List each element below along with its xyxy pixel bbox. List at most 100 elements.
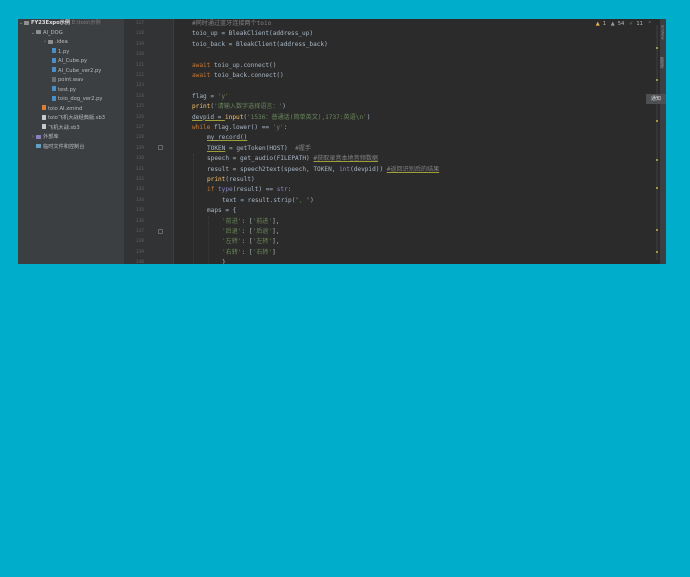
- code-text: (result) ==: [232, 186, 277, 194]
- code-text: ]: [272, 248, 276, 256]
- code-string: 'y': [272, 124, 284, 131]
- code-text: ],: [272, 238, 280, 246]
- code-function: input: [225, 113, 244, 121]
- line-number: 131: [135, 166, 144, 172]
- tree-item-file[interactable]: AI_Cube.py: [18, 57, 124, 67]
- scratch-file-icon: [42, 114, 46, 120]
- tree-item-file[interactable]: point.wav: [18, 76, 124, 86]
- code-line: maps = {: [207, 206, 236, 216]
- tree-root-path: E:\toio\示例: [71, 20, 101, 26]
- code-function: print: [192, 103, 211, 111]
- tree-item-label: 1.py: [58, 48, 70, 55]
- code-editor[interactable]: #同时通过蓝牙连接两个toio toio_up = BleakClient(ad…: [174, 19, 632, 264]
- code-string: '1536：普通话(简单英文),1737:英语\n': [247, 113, 367, 121]
- code-string: ", ": [295, 196, 311, 204]
- tree-item-file[interactable]: 飞机大战.sb3: [18, 124, 124, 134]
- code-line: toio_up = BleakClient(address_up): [192, 29, 313, 39]
- folder-icon: [36, 30, 41, 34]
- code-text: speech = get_audio(FILEPATH): [207, 155, 314, 163]
- tree-item-label: 飞机大战.sb3: [48, 124, 80, 131]
- tree-item-label: point.wav: [58, 77, 84, 83]
- code-string: '右转': [222, 248, 242, 256]
- stripe-marker[interactable]: [656, 187, 658, 189]
- line-number: 134: [135, 197, 144, 203]
- weak-warning-icon: ▲: [610, 21, 615, 27]
- code-line: '后退': ['后退'],: [222, 227, 279, 237]
- indent-guide: [193, 154, 194, 264]
- code-text: result = speech2text(speech, TOKEN,: [207, 165, 340, 173]
- line-number: 137: [135, 229, 144, 234]
- code-string: '后退': [252, 228, 273, 235]
- code-line: await toio_up.connect(): [192, 61, 276, 71]
- line-number: 127: [135, 125, 144, 130]
- tree-item-file[interactable]: toio_dog_ver2.py: [18, 95, 124, 105]
- code-comment: #返回识别后的结果: [386, 165, 440, 173]
- tree-item-label: toio飞机大战经典版.sb3: [48, 115, 106, 121]
- stripe-marker[interactable]: [656, 251, 658, 253]
- code-keyword: await: [192, 72, 211, 79]
- code-line: text = result.strip(", "): [222, 196, 314, 206]
- python-file-icon: [52, 86, 56, 91]
- fold-marker-icon[interactable]: [158, 229, 163, 234]
- tree-item-file[interactable]: 1.py: [18, 48, 124, 58]
- stripe-marker[interactable]: [656, 159, 658, 161]
- code-string: '左转': [222, 238, 242, 246]
- code-string: '后退': [222, 228, 242, 235]
- line-number-gutter[interactable]: 117 118 119 120 121 122 123 124 125 126 …: [124, 19, 174, 264]
- tree-item-file[interactable]: test.py: [18, 86, 124, 96]
- code-line: print(result): [207, 175, 255, 185]
- sciview-tab[interactable]: SciView: [661, 25, 666, 40]
- code-line: while flag.lower() == 'y':: [192, 123, 287, 133]
- code-text: text = result.strip(: [222, 196, 296, 204]
- code-function: print: [207, 176, 226, 183]
- stripe-marker[interactable]: [656, 229, 658, 231]
- tree-item-external-libraries[interactable]: › 外部库: [18, 133, 124, 143]
- code-string: 'y': [217, 92, 229, 100]
- code-text: (devpid)): [350, 165, 387, 173]
- stripe-marker[interactable]: [656, 47, 658, 49]
- tree-item-file[interactable]: toio AI.xmind: [18, 105, 124, 115]
- code-line: toio_back = BleakClient(address_back): [192, 40, 328, 50]
- code-text: ): [310, 196, 314, 204]
- code-keyword: while: [192, 124, 211, 131]
- code-text: toio_up = BleakClient(address_up): [192, 30, 314, 38]
- indent-guide: [208, 216, 209, 264]
- database-tab[interactable]: 数据库: [661, 57, 666, 68]
- notifications-popup[interactable]: 通知: [646, 94, 666, 104]
- chevron-up-icon[interactable]: ⌃: [648, 21, 652, 27]
- line-number: 124: [135, 93, 144, 99]
- inspection-status[interactable]: ▲ 1 ▲ 54 ✓ 11 ⌃: [593, 19, 652, 29]
- tree-item-file[interactable]: AI_Cube_ver2.py: [18, 67, 124, 77]
- tree-item-label: AI_Cube_ver2.py: [58, 67, 102, 74]
- fold-marker-icon[interactable]: [158, 145, 163, 150]
- warning-icon: ▲: [595, 21, 600, 27]
- scratch-file-icon: [42, 124, 46, 129]
- code-text: ): [282, 103, 286, 111]
- tree-item-label: .idea: [55, 39, 68, 45]
- folder-icon: [48, 39, 53, 44]
- line-number: 119: [135, 41, 144, 47]
- tree-item-idea[interactable]: › .idea: [18, 38, 124, 48]
- code-string: '请输入数字选择语言：': [214, 103, 283, 111]
- error-stripe[interactable]: [656, 25, 658, 260]
- stripe-marker[interactable]: [656, 79, 658, 81]
- tree-item-ai-dog[interactable]: ⌄ AI_DOG: [18, 29, 124, 39]
- code-string: '前进': [222, 217, 242, 225]
- code-comment: #握手: [295, 144, 311, 152]
- code-text: toio_up.connect(): [210, 61, 277, 69]
- tree-item-label: toio_dog_ver2.py: [58, 96, 103, 102]
- tree-root[interactable]: ⌄ FY23Expo示例 E:\toio\示例: [18, 19, 124, 29]
- code-text: : [: [241, 217, 253, 225]
- tree-item-scratches[interactable]: 临时文件和控制台: [18, 143, 124, 153]
- folder-icon: [24, 20, 29, 25]
- code-line: await toio_back.connect(): [192, 71, 284, 81]
- code-string: '右转': [252, 248, 273, 256]
- code-text: toio_back.connect(): [210, 72, 284, 79]
- code-line: '左转': ['左转'],: [222, 237, 279, 247]
- python-file-icon: [52, 57, 56, 63]
- ok-count: 11: [636, 21, 643, 27]
- weak-warning-count: 54: [617, 21, 625, 27]
- code-comment: #同时通过蓝牙连接两个toio: [192, 20, 272, 27]
- tree-item-file[interactable]: toio飞机大战经典版.sb3: [18, 114, 124, 124]
- stripe-marker[interactable]: [656, 120, 658, 122]
